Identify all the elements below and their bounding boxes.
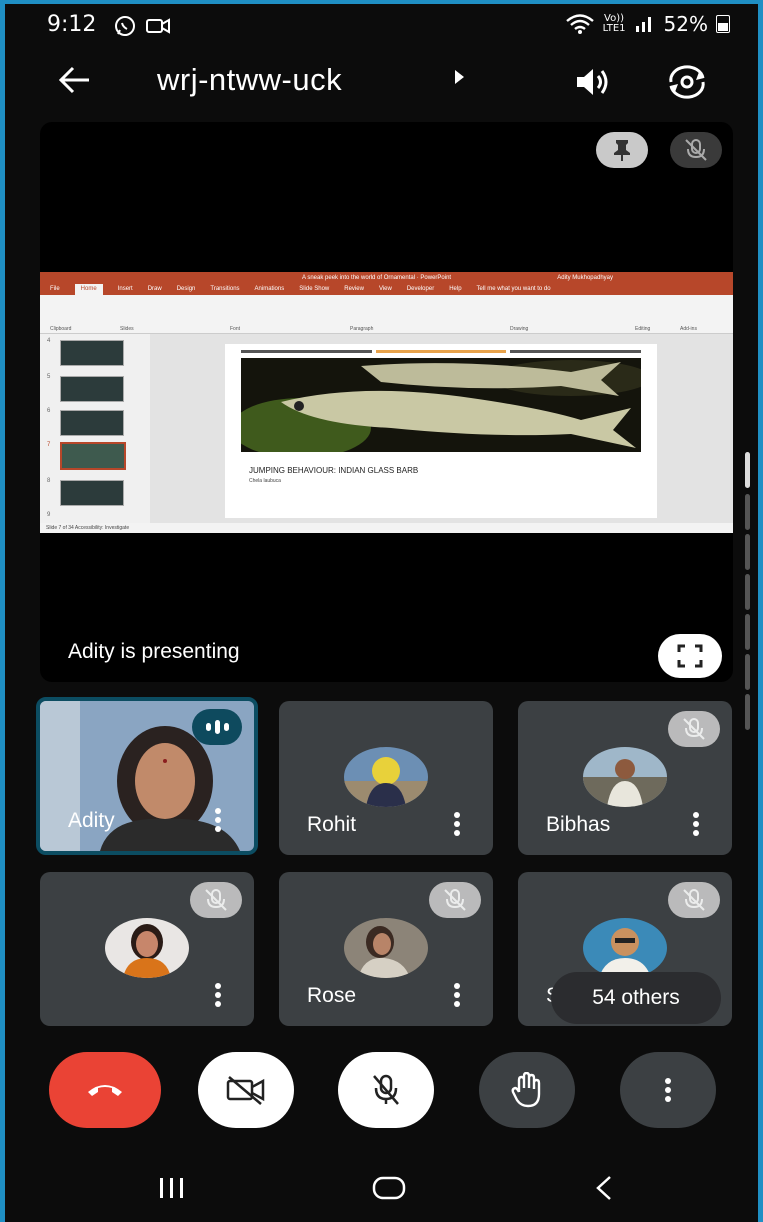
participant-tile-bibhas[interactable]: Bibhas bbox=[518, 701, 732, 855]
slide-thumbnail bbox=[60, 410, 124, 436]
app-frame: 9:12 Vo)) LTE1 52% wrj-ntww-uck A sneak … bbox=[5, 4, 758, 1222]
participant-name: Adity bbox=[68, 809, 115, 832]
mic-off-icon bbox=[373, 1074, 399, 1105]
slide-thumbnail bbox=[60, 340, 124, 366]
scroll-indicator bbox=[745, 494, 750, 530]
camera-toggle-button[interactable] bbox=[198, 1052, 294, 1128]
slide-thumbnails: 4 5 6 7 8 9 bbox=[40, 334, 150, 523]
end-call-button[interactable] bbox=[49, 1052, 161, 1128]
meeting-details-arrow-icon[interactable] bbox=[455, 70, 464, 84]
presenting-label: Adity is presenting bbox=[68, 640, 240, 663]
mic-off-icon bbox=[668, 882, 720, 918]
meeting-code[interactable]: wrj-ntww-uck bbox=[157, 62, 342, 98]
mic-off-icon bbox=[190, 882, 242, 918]
scroll-indicator bbox=[745, 534, 750, 570]
participant-name: Bibhas bbox=[546, 813, 611, 836]
slide-subcaption: Chela laubuca bbox=[249, 478, 281, 484]
ppt-status-bar: Slide 7 of 34 Accessibility: Investigate bbox=[40, 523, 733, 533]
more-options-button[interactable] bbox=[620, 1052, 716, 1128]
more-vert-icon bbox=[665, 1078, 671, 1102]
ppt-ribbon: Clipboard Slides Font Paragraph Drawing … bbox=[40, 295, 733, 334]
slide-thumbnail bbox=[60, 376, 124, 402]
system-nav-bar bbox=[5, 1164, 758, 1214]
battery-icon bbox=[716, 15, 730, 33]
back-arrow-icon[interactable] bbox=[57, 64, 93, 96]
slide-caption: JUMPING BEHAVIOUR: INDIAN GLASS BARB bbox=[249, 466, 419, 475]
end-call-icon bbox=[88, 1085, 122, 1096]
pin-icon bbox=[614, 140, 630, 161]
more-vert-icon[interactable] bbox=[214, 807, 222, 833]
more-vert-icon[interactable] bbox=[453, 982, 461, 1008]
current-slide: JUMPING BEHAVIOUR: INDIAN GLASS BARB Che… bbox=[225, 344, 657, 518]
flip-camera-icon[interactable] bbox=[665, 62, 709, 102]
ppt-body: 4 5 6 7 8 9 JUMPING BEHAVIOUR: INDIAN GL… bbox=[40, 334, 733, 523]
presentation-view[interactable]: A sneak peek into the world of Ornamenta… bbox=[40, 122, 733, 682]
mic-toggle-button[interactable] bbox=[338, 1052, 434, 1128]
network-label: Vo)) LTE1 bbox=[602, 13, 626, 34]
raise-hand-icon bbox=[511, 1072, 541, 1108]
participant-tile-adity[interactable]: Adity bbox=[36, 697, 258, 855]
status-right: Vo)) LTE1 52% bbox=[565, 12, 730, 36]
status-time: 9:12 bbox=[47, 12, 97, 37]
home-icon[interactable] bbox=[371, 1174, 407, 1202]
video-call-icon bbox=[146, 18, 170, 34]
recents-icon[interactable] bbox=[155, 1176, 189, 1200]
wifi-icon bbox=[565, 14, 594, 34]
pin-button[interactable] bbox=[596, 132, 648, 168]
scroll-indicator-active bbox=[745, 452, 750, 488]
avatar bbox=[344, 918, 428, 978]
fullscreen-button[interactable] bbox=[658, 634, 722, 678]
slide-header-bars bbox=[241, 350, 642, 353]
shared-powerpoint-window: A sneak peek into the world of Ornamenta… bbox=[40, 272, 733, 533]
nav-back-icon[interactable] bbox=[593, 1174, 615, 1202]
more-vert-icon[interactable] bbox=[214, 982, 222, 1008]
fish-photo bbox=[241, 358, 641, 452]
ppt-ribbon-tabs: File Home Insert Draw Design Transitions… bbox=[40, 284, 733, 295]
more-vert-icon[interactable] bbox=[453, 811, 461, 837]
participant-name: Rohit bbox=[307, 813, 357, 836]
slide-thumbnail bbox=[60, 480, 124, 506]
participant-tile-rohit[interactable]: Rohit bbox=[279, 701, 493, 855]
scroll-indicator bbox=[745, 574, 750, 610]
avatar bbox=[105, 918, 189, 978]
scroll-indicator bbox=[745, 694, 750, 730]
mic-off-icon bbox=[668, 711, 720, 747]
avatar bbox=[583, 918, 667, 978]
scroll-indicator bbox=[745, 654, 750, 690]
speaker-icon[interactable] bbox=[573, 64, 613, 100]
participant-name: Rose bbox=[307, 984, 357, 1007]
battery-percent: 52% bbox=[663, 12, 708, 36]
avatar bbox=[583, 747, 667, 807]
fullscreen-icon bbox=[677, 644, 703, 668]
speaking-indicator-icon bbox=[192, 709, 242, 745]
others-count-button[interactable]: 54 others bbox=[551, 972, 721, 1024]
whatsapp-icon bbox=[115, 16, 135, 36]
meeting-header: wrj-ntww-uck bbox=[5, 52, 758, 112]
ppt-title-bar: A sneak peek into the world of Ornamenta… bbox=[40, 272, 733, 284]
camera-off-icon bbox=[226, 1076, 265, 1105]
slide-thumbnail-selected bbox=[60, 442, 126, 470]
more-vert-icon[interactable] bbox=[692, 811, 700, 837]
raise-hand-button[interactable] bbox=[479, 1052, 575, 1128]
signal-icon bbox=[635, 17, 651, 32]
status-left-icons bbox=[113, 14, 171, 38]
avatar bbox=[344, 747, 428, 807]
presenter-mute-status bbox=[670, 132, 722, 168]
mic-off-icon bbox=[685, 139, 707, 161]
mic-off-icon bbox=[429, 882, 481, 918]
status-bar: 9:12 Vo)) LTE1 52% bbox=[5, 4, 758, 48]
scroll-indicator bbox=[745, 614, 750, 650]
participant-tile-rose[interactable]: Rose bbox=[279, 872, 493, 1026]
participant-tile-unnamed[interactable] bbox=[40, 872, 254, 1026]
